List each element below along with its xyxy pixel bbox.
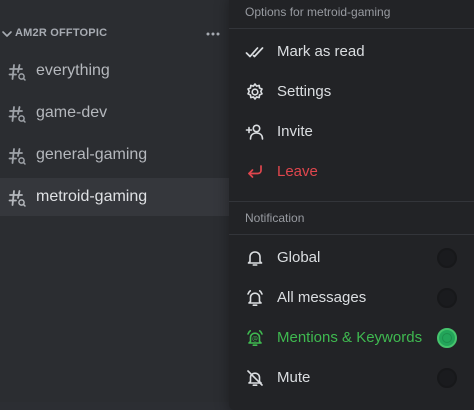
channel-name: general-gaming xyxy=(36,146,148,163)
category-header[interactable]: AM2R OFFTOPIC xyxy=(0,22,232,46)
svg-text:@: @ xyxy=(252,335,258,342)
menu-item-label: Leave xyxy=(277,163,318,180)
double-check-icon xyxy=(245,42,265,62)
more-options-icon[interactable] xyxy=(205,27,221,41)
notification-option-all-messages[interactable]: All messages xyxy=(229,278,474,318)
bell-ring-icon xyxy=(245,288,265,308)
notification-option-mute[interactable]: Mute xyxy=(229,358,474,398)
leave-arrow-icon xyxy=(245,162,265,182)
channel-item-metroid-gaming[interactable]: metroid-gaming xyxy=(0,178,232,216)
radio-mentions-selected[interactable] xyxy=(437,328,457,348)
channel-item-game-dev[interactable]: game-dev xyxy=(0,94,232,132)
notification-option-mentions[interactable]: @ Mentions & Keywords xyxy=(229,318,474,358)
menu-item-label: Global xyxy=(277,249,321,266)
notification-option-global[interactable]: Global xyxy=(229,238,474,278)
channel-context-menu: Options for metroid-gaming Mark as read … xyxy=(229,0,474,410)
menu-item-label: Mark as read xyxy=(277,43,365,60)
menu-item-label: Settings xyxy=(277,83,332,100)
radio-all-messages[interactable] xyxy=(437,288,457,308)
bell-icon xyxy=(245,248,265,268)
leave-item[interactable]: Leave xyxy=(229,152,474,192)
bell-off-icon xyxy=(245,368,265,388)
channel-name: metroid-gaming xyxy=(36,188,148,205)
menu-item-label: Mute xyxy=(277,369,311,386)
settings-item[interactable]: Settings xyxy=(229,72,474,112)
channel-item-general-gaming[interactable]: general-gaming xyxy=(0,136,232,174)
menu-item-label: All messages xyxy=(277,289,367,306)
category-label: AM2R OFFTOPIC xyxy=(15,27,108,39)
gear-icon xyxy=(245,82,265,102)
notification-section-label: Notification xyxy=(245,211,305,225)
menu-item-label: Mentions & Keywords xyxy=(277,329,423,346)
menu-divider xyxy=(229,234,474,235)
menu-item-label: Invite xyxy=(277,123,313,140)
invite-item[interactable]: Invite xyxy=(229,112,474,152)
menu-header: Options for metroid-gaming xyxy=(245,5,391,19)
menu-divider xyxy=(229,201,474,202)
chevron-down-icon[interactable] xyxy=(1,28,13,40)
text-channel-hash-icon xyxy=(7,104,27,124)
add-person-icon xyxy=(245,122,265,142)
channel-name: everything xyxy=(36,62,110,79)
text-channel-hash-icon xyxy=(7,62,27,82)
mark-as-read-item[interactable]: Mark as read xyxy=(229,32,474,72)
radio-mute[interactable] xyxy=(437,368,457,388)
text-channel-hash-icon xyxy=(7,146,27,166)
text-channel-hash-icon xyxy=(7,188,27,208)
menu-divider xyxy=(229,28,474,29)
channel-name: game-dev xyxy=(36,104,108,121)
channel-item-everything[interactable]: everything xyxy=(0,52,232,90)
bell-at-icon: @ xyxy=(245,328,265,348)
radio-global[interactable] xyxy=(437,248,457,268)
